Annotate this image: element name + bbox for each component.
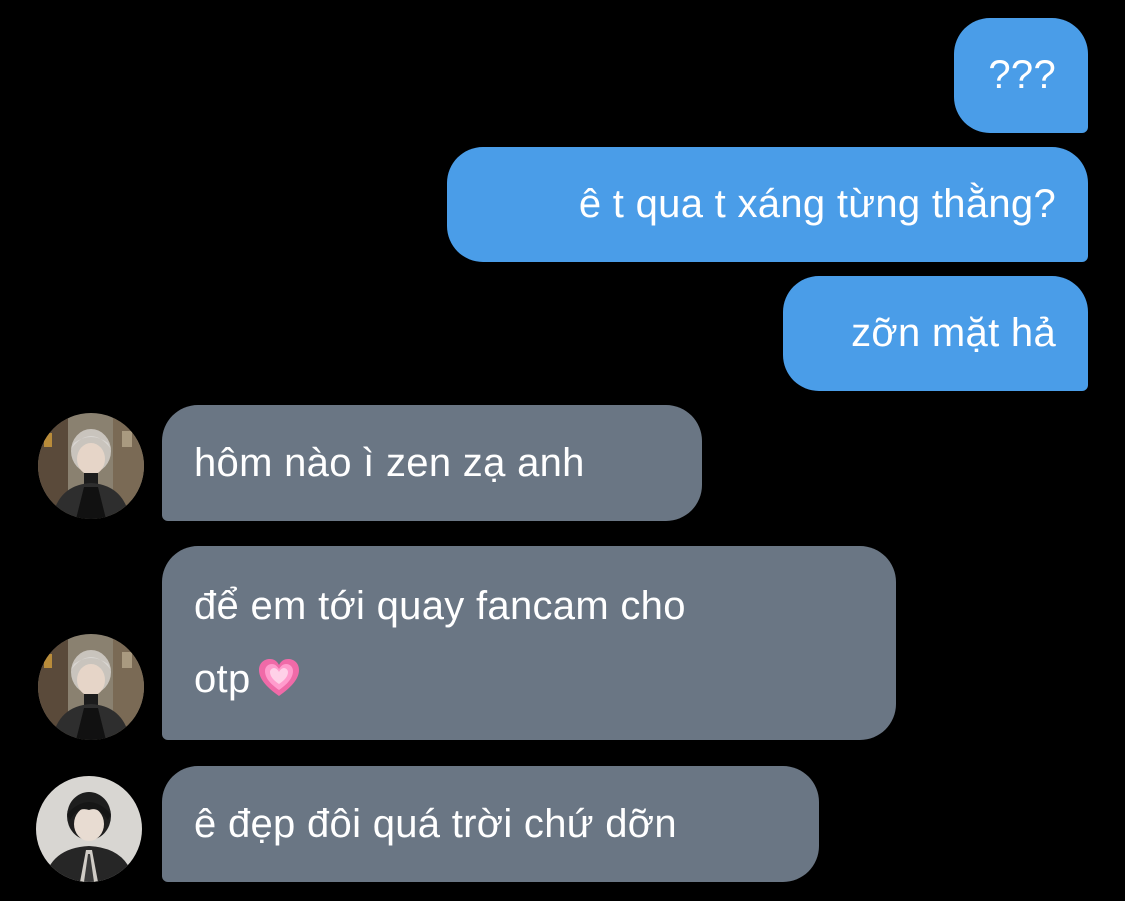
avatar-gray-haired-user-icon [38, 634, 144, 740]
outgoing-message-1[interactable]: ??? [954, 18, 1088, 133]
message-text-line-2: otp [194, 643, 864, 722]
chat-thread: ??? ê t qua t xáng từng thằng? zỡn mặt h… [0, 0, 1125, 901]
outgoing-message-3[interactable]: zỡn mặt hả [783, 276, 1088, 391]
message-text: zỡn mặt hả [851, 311, 1056, 355]
message-text: ??? [988, 53, 1056, 97]
incoming-message-3[interactable]: ê đẹp đôi quá trời chứ dỡn [162, 766, 819, 882]
avatar-dark-haired-user-icon [36, 776, 142, 882]
avatar-sender-b[interactable] [36, 776, 142, 882]
message-text-line-1: để em tới quay fancam cho [194, 584, 686, 628]
message-text: ê t qua t xáng từng thằng? [578, 182, 1056, 226]
avatar-sender-a[interactable] [38, 413, 144, 519]
avatar-sender-a[interactable] [38, 634, 144, 740]
growing-heart-icon [257, 649, 301, 722]
message-text: hôm nào ì zen zạ anh [194, 441, 585, 485]
avatar-gray-haired-user-icon [38, 413, 144, 519]
message-text: ê đẹp đôi quá trời chứ dỡn [194, 802, 677, 846]
incoming-message-2[interactable]: để em tới quay fancam cho otp [162, 546, 896, 740]
outgoing-message-2[interactable]: ê t qua t xáng từng thằng? [447, 147, 1088, 262]
incoming-message-1[interactable]: hôm nào ì zen zạ anh [162, 405, 702, 521]
message-text: otp [194, 657, 251, 701]
